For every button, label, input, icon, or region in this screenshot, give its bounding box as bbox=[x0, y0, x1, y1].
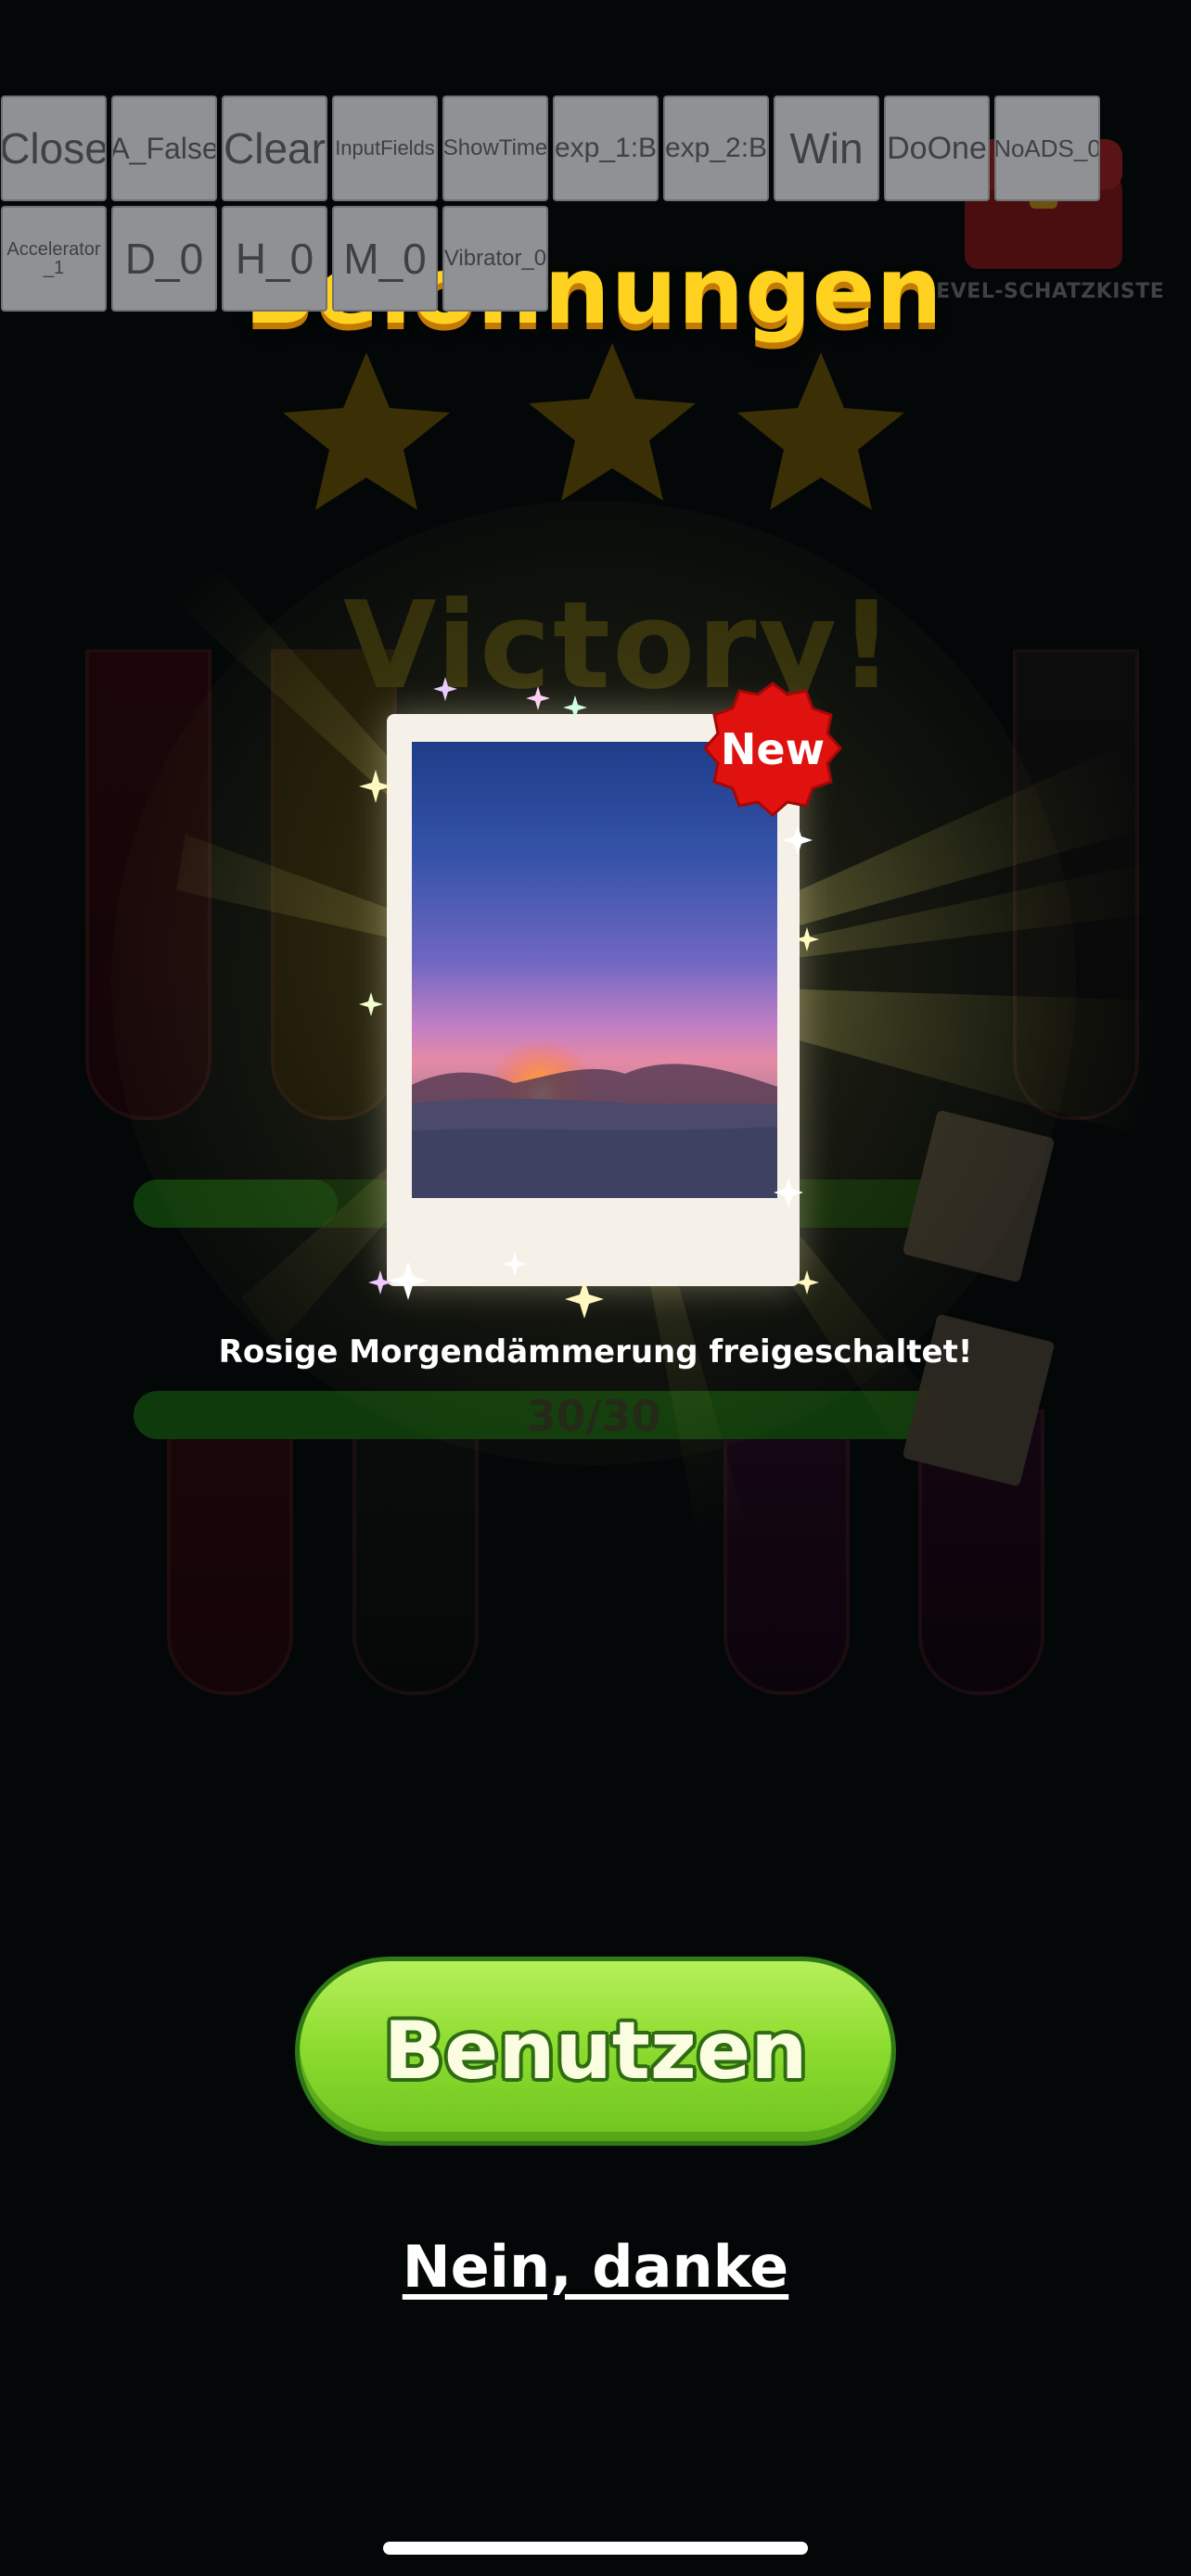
debug-close-button[interactable]: Close bbox=[1, 96, 107, 201]
debug-a-false-button[interactable]: A_False bbox=[111, 96, 217, 201]
debug-exp1-button[interactable]: exp_1:B bbox=[553, 96, 659, 201]
debug-win-button[interactable]: Win bbox=[774, 96, 879, 201]
home-indicator[interactable] bbox=[383, 2542, 808, 2555]
debug-no-ads-button[interactable]: NoADS_0 bbox=[994, 96, 1100, 201]
use-button-label: Benutzen bbox=[383, 2005, 808, 2098]
debug-show-time-button[interactable]: ShowTime bbox=[442, 96, 548, 201]
debug-input-fields-button[interactable]: InputFields bbox=[332, 96, 438, 201]
debug-d0-button[interactable]: D_0 bbox=[111, 206, 217, 312]
no-thanks-button[interactable]: Nein, danke bbox=[364, 2233, 827, 2301]
debug-accelerator-button[interactable]: Accelerator_1 bbox=[1, 206, 107, 312]
new-badge: New bbox=[699, 680, 846, 819]
debug-exp2-button[interactable]: exp_2:B bbox=[663, 96, 769, 201]
debug-vibrator-button[interactable]: Vibrator_0 bbox=[442, 206, 548, 312]
debug-do-one-button[interactable]: DoOne bbox=[884, 96, 990, 201]
debug-m0-button[interactable]: M_0 bbox=[332, 206, 438, 312]
debug-clear-button[interactable]: Clear bbox=[222, 96, 327, 201]
use-button[interactable]: Benutzen bbox=[295, 1957, 896, 2146]
debug-h0-button[interactable]: H_0 bbox=[222, 206, 327, 312]
badge-label: New bbox=[720, 724, 826, 774]
debug-toolbar: Close A_False Clear InputFields ShowTime… bbox=[0, 0, 1191, 315]
unlock-message: Rosige Morgendämmerung freigeschaltet! bbox=[218, 1333, 973, 1371]
